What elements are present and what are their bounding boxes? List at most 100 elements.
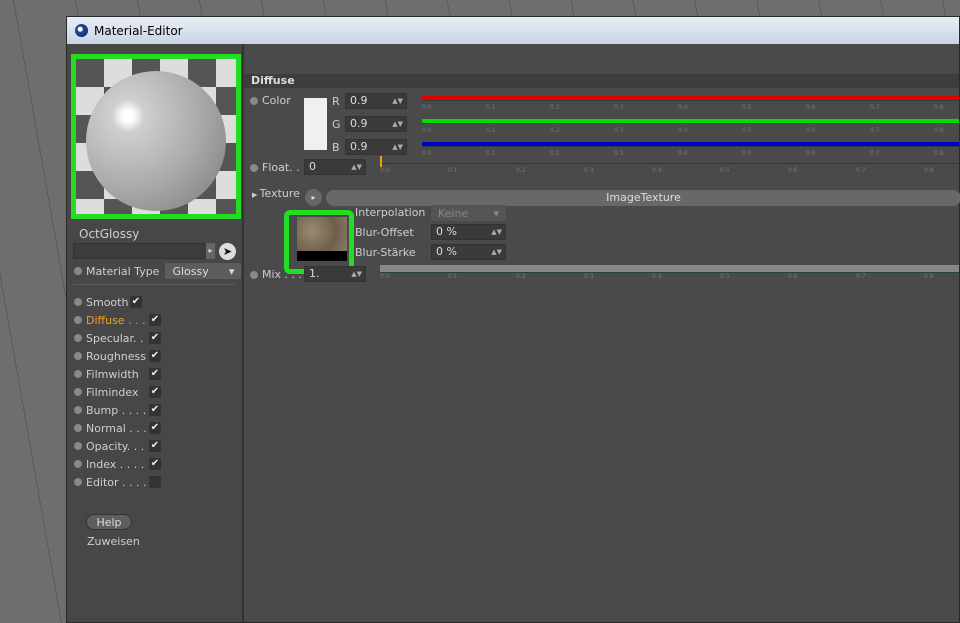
pointer-picker-icon[interactable]: ➤ — [219, 243, 236, 260]
blur-offset-input[interactable]: 0 % ▲▼ — [431, 224, 506, 240]
animate-dot-icon[interactable] — [74, 460, 82, 468]
slider-tick-label: 0.0 — [380, 167, 390, 174]
channel-label: Filmindex — [86, 385, 139, 399]
r-input[interactable]: 0.9 ▲▼ — [345, 93, 407, 109]
mix-slider[interactable]: 0.0 0.1 0.2 0.3 0.4 0.5 0.6 0.7 0.8 — [380, 265, 959, 281]
channel-row[interactable]: Index . . . . — [74, 456, 144, 472]
arrow-right-icon[interactable]: ▸ — [206, 243, 215, 259]
slider-tick-label: 0.1 — [486, 127, 496, 134]
channel-row[interactable]: Bump . . . . — [74, 402, 146, 418]
channel-checkbox[interactable]: ✔ — [149, 386, 161, 398]
material-type-label: Material Type — [86, 264, 160, 278]
slider-tick-label: 0.0 — [422, 104, 432, 111]
animate-dot-icon[interactable] — [74, 478, 82, 486]
channel-checkbox[interactable]: ✔ — [149, 440, 161, 452]
channel-row[interactable]: Opacity. . . — [74, 438, 144, 454]
float-slider[interactable]: 0.0 0.1 0.2 0.3 0.4 0.5 0.6 0.7 0.8 — [380, 156, 959, 175]
slider-tick-label: 0.5 — [742, 127, 752, 134]
slider-tick-label: 0.0 — [422, 150, 432, 157]
interpolation-select[interactable]: Keine ▾ — [431, 205, 506, 221]
mix-input[interactable]: 1. ▲▼ — [304, 266, 366, 282]
animate-dot-icon[interactable] — [250, 164, 258, 172]
animate-dot-icon[interactable] — [74, 298, 82, 306]
channel-checkbox[interactable]: ✔ — [149, 422, 161, 434]
animate-dot-icon[interactable] — [74, 424, 82, 432]
channel-label: Filmwidth — [86, 367, 139, 381]
g-input[interactable]: 0.9 ▲▼ — [345, 116, 407, 132]
channel-label: Diffuse . . . — [86, 313, 146, 327]
float-input[interactable]: 0 ▲▼ — [304, 159, 366, 175]
texture-menu-button[interactable]: ▸ — [305, 189, 322, 206]
channel-row[interactable]: Editor . . . . — [74, 474, 147, 490]
slider-tick-label: 0.3 — [584, 167, 594, 174]
slider-tick-label: 0.6 — [806, 104, 816, 111]
slider-tick-label: 0.1 — [486, 150, 496, 157]
animate-dot-icon[interactable] — [74, 406, 82, 414]
slider-tick-label: 0.5 — [742, 150, 752, 157]
channel-label: Normal . . . — [86, 421, 147, 435]
slider-tick-label: 0.1 — [486, 104, 496, 111]
animate-dot-icon[interactable] — [74, 388, 82, 396]
slider-tick-label: 0.7 — [870, 127, 880, 134]
animate-dot-icon[interactable] — [250, 271, 258, 279]
animate-dot-icon[interactable] — [74, 352, 82, 360]
slider-tick-label: 0.6 — [788, 273, 798, 280]
channel-row[interactable]: Diffuse . . . — [74, 312, 146, 328]
slider-tick-label: 0.7 — [856, 273, 866, 280]
channel-label: Bump . . . . — [86, 403, 147, 417]
animate-dot-icon[interactable] — [250, 97, 258, 105]
material-link-field[interactable] — [73, 243, 215, 259]
animate-dot-icon[interactable] — [74, 370, 82, 378]
channel-row[interactable]: Normal . . . — [74, 420, 147, 436]
b-input[interactable]: 0.9 ▲▼ — [345, 139, 407, 155]
help-button[interactable]: Help — [86, 514, 132, 530]
channel-checkbox[interactable]: ✔ — [149, 458, 161, 470]
preview-sphere — [86, 71, 226, 211]
channel-row[interactable]: Specular. . — [74, 330, 144, 346]
slider-tick-label: 0.2 — [550, 127, 560, 134]
color-swatch[interactable] — [304, 98, 327, 150]
slider-tick-label: 0.8 — [924, 167, 934, 174]
blur-strength-input[interactable]: 0 % ▲▼ — [431, 244, 506, 260]
slider-track — [422, 142, 959, 147]
channel-checkbox[interactable]: ✔ — [149, 332, 161, 344]
material-name[interactable]: OctGlossy — [79, 227, 139, 241]
channel-row[interactable]: Smooth — [74, 294, 128, 310]
b-label: B — [332, 141, 340, 154]
channel-label: Specular. . — [86, 331, 144, 345]
material-type-select[interactable]: Glossy ▾ — [165, 263, 242, 279]
assign-label[interactable]: Zuweisen — [87, 535, 140, 548]
g-slider[interactable]: 0.0 0.1 0.2 0.3 0.4 0.5 0.6 0.7 0.8 — [422, 119, 959, 135]
channel-checkbox[interactable] — [149, 476, 161, 488]
r-slider[interactable]: 0.0 0.1 0.2 0.3 0.4 0.5 0.6 0.7 0.8 — [422, 96, 959, 112]
animate-dot-icon[interactable] — [74, 442, 82, 450]
r-label: R — [332, 95, 340, 108]
slider-tick-label: 0.8 — [934, 150, 944, 157]
slider-tick-label: 0.2 — [550, 104, 560, 111]
b-slider[interactable]: 0.0 0.1 0.2 0.3 0.4 0.5 0.6 0.7 0.8 — [422, 142, 959, 158]
mix-label: Mix . . . — [262, 268, 303, 281]
chevron-down-icon: ▾ — [228, 264, 235, 278]
slider-tick-label: 0.3 — [614, 150, 624, 157]
texture-thumbnail[interactable] — [284, 210, 354, 274]
channel-checkbox[interactable]: ✔ — [130, 296, 142, 308]
channel-row[interactable]: Filmindex — [74, 384, 138, 400]
color-label: Color — [262, 94, 291, 107]
animate-dot-icon[interactable] — [74, 334, 82, 342]
animate-dot-icon[interactable] — [74, 267, 82, 275]
channel-row[interactable]: Filmwidth — [74, 366, 139, 382]
channel-row[interactable]: Roughness — [74, 348, 146, 364]
float-slider-handle[interactable] — [380, 156, 382, 167]
app-logo-icon — [75, 24, 88, 37]
channel-checkbox[interactable]: ✔ — [149, 350, 161, 362]
slider-tick-label: 0.8 — [924, 273, 934, 280]
channel-checkbox[interactable]: ✔ — [149, 368, 161, 380]
slider-tick-label: 0.1 — [448, 273, 458, 280]
expand-triangle-icon[interactable]: ▶ — [252, 191, 260, 199]
animate-dot-icon[interactable] — [74, 316, 82, 324]
slider-tick-label: 0.5 — [720, 167, 730, 174]
channel-checkbox[interactable]: ✔ — [149, 314, 161, 326]
image-texture-button[interactable]: ImageTexture — [326, 190, 960, 206]
material-preview[interactable] — [71, 54, 241, 219]
channel-checkbox[interactable]: ✔ — [149, 404, 161, 416]
